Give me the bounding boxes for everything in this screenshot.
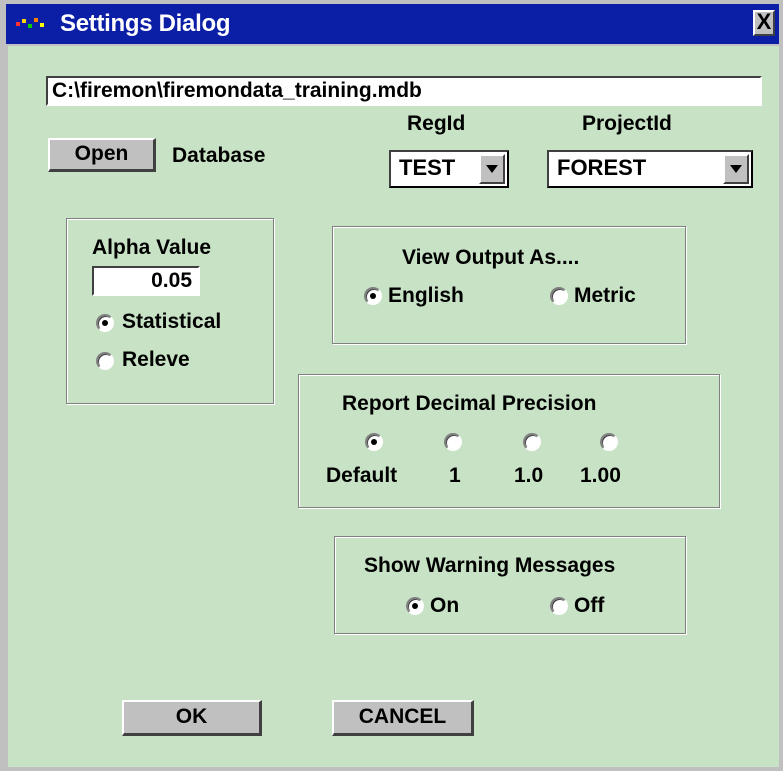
projectid-dropdown-arrow-icon[interactable] bbox=[723, 154, 749, 184]
close-icon: X bbox=[756, 9, 772, 34]
warning-off-radio[interactable] bbox=[550, 597, 568, 615]
view-output-title: View Output As.... bbox=[402, 246, 580, 269]
alpha-statistical-radio[interactable] bbox=[96, 314, 114, 332]
ok-button-label: OK bbox=[175, 705, 208, 728]
title-bar[interactable]: Settings Dialog X bbox=[6, 4, 779, 44]
precision-default-label[interactable]: Default bbox=[326, 464, 397, 488]
view-english-label[interactable]: English bbox=[388, 284, 464, 308]
regid-dropdown-arrow-icon[interactable] bbox=[479, 154, 505, 184]
precision-1-00-radio[interactable] bbox=[600, 433, 618, 451]
ok-button[interactable]: OK bbox=[122, 700, 262, 736]
warning-messages-title: Show Warning Messages bbox=[364, 554, 616, 577]
precision-1-00-label[interactable]: 1.00 bbox=[580, 464, 621, 488]
alpha-value-title: Alpha Value bbox=[92, 236, 212, 259]
settings-dialog-window: Settings Dialog X C:\firemon\firemondata… bbox=[0, 0, 783, 771]
warning-on-radio[interactable] bbox=[406, 597, 424, 615]
database-path-value: C:\firemon\firemondata_training.mdb bbox=[52, 79, 422, 102]
database-label: Database bbox=[172, 144, 266, 167]
regid-value: TEST bbox=[399, 155, 456, 180]
dialog-body: C:\firemon\firemondata_training.mdb Open… bbox=[8, 46, 779, 767]
alpha-statistical-label[interactable]: Statistical bbox=[122, 310, 221, 334]
warning-off-label[interactable]: Off bbox=[574, 594, 604, 618]
open-button-label: Open bbox=[74, 142, 129, 165]
regid-label: RegId bbox=[407, 112, 466, 135]
view-metric-radio[interactable] bbox=[550, 287, 568, 305]
projectid-label: ProjectId bbox=[582, 112, 672, 135]
cancel-button-label: CANCEL bbox=[358, 705, 447, 728]
decimal-precision-title: Report Decimal Precision bbox=[342, 392, 597, 415]
alpha-releve-radio[interactable] bbox=[96, 352, 114, 370]
alpha-value-field[interactable]: 0.05 bbox=[92, 266, 200, 296]
precision-1-0-radio[interactable] bbox=[523, 433, 541, 451]
precision-1-radio[interactable] bbox=[444, 433, 462, 451]
close-button[interactable]: X bbox=[753, 10, 775, 36]
precision-default-radio[interactable] bbox=[365, 433, 383, 451]
warning-on-label[interactable]: On bbox=[430, 594, 459, 618]
app-icon bbox=[16, 18, 44, 28]
projectid-dropdown[interactable]: FOREST bbox=[547, 150, 753, 188]
regid-dropdown[interactable]: TEST bbox=[389, 150, 509, 188]
precision-1-label[interactable]: 1 bbox=[449, 464, 461, 488]
projectid-value: FOREST bbox=[557, 155, 647, 180]
view-english-radio[interactable] bbox=[364, 287, 382, 305]
warning-messages-group bbox=[334, 536, 686, 634]
precision-1-0-label[interactable]: 1.0 bbox=[514, 464, 543, 488]
alpha-value-input-text: 0.05 bbox=[151, 269, 192, 292]
cancel-button[interactable]: CANCEL bbox=[332, 700, 474, 736]
database-path-field[interactable]: C:\firemon\firemondata_training.mdb bbox=[46, 76, 762, 106]
open-database-button[interactable]: Open bbox=[48, 138, 156, 172]
window-title: Settings Dialog bbox=[60, 10, 231, 37]
view-metric-label[interactable]: Metric bbox=[574, 284, 636, 308]
alpha-releve-label[interactable]: Releve bbox=[122, 348, 190, 372]
